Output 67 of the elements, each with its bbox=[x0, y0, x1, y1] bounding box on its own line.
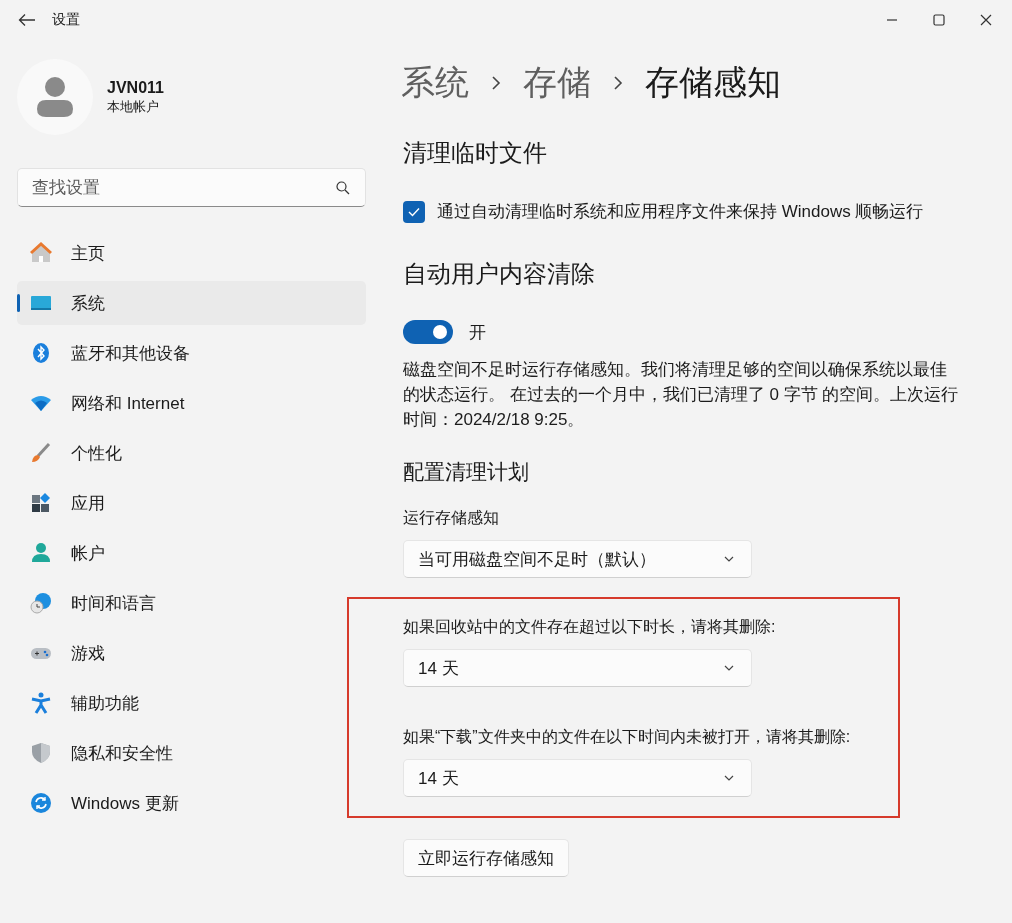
sidebar-item[interactable]: 游戏 bbox=[17, 631, 366, 675]
back-arrow-icon[interactable] bbox=[18, 13, 36, 27]
chevron-right-icon bbox=[613, 75, 623, 91]
dropdown[interactable]: 14 天 bbox=[403, 649, 752, 687]
window-title: 设置 bbox=[52, 11, 80, 29]
sidebar-item[interactable]: 蓝牙和其他设备 bbox=[17, 331, 366, 375]
dropdown-value: 14 天 bbox=[418, 657, 459, 680]
sidebar-item-label: 帐户 bbox=[71, 542, 105, 565]
sidebar-item[interactable]: 网络和 Internet bbox=[17, 381, 366, 425]
person-icon bbox=[30, 542, 52, 564]
maximize-icon[interactable] bbox=[933, 14, 945, 26]
account-name: JVN011 bbox=[107, 78, 164, 98]
dropdown[interactable]: 14 天 bbox=[403, 759, 752, 797]
sidebar-item-label: 系统 bbox=[71, 292, 105, 315]
sidebar-item[interactable]: Windows 更新 bbox=[17, 781, 366, 825]
accessibility-icon bbox=[30, 692, 52, 714]
sidebar-item[interactable]: 个性化 bbox=[17, 431, 366, 475]
description-text: 磁盘空间不足时运行存储感知。我们将清理足够的空间以确保系统以最佳的状态运行。 在过去的一个月中，我们已清理了 0 字节 的空间。上次运行时间：2024/2/18 9:25。 bbox=[403, 359, 959, 431]
toggle-label: 开 bbox=[469, 321, 486, 344]
sidebar-item[interactable]: 主页 bbox=[17, 231, 366, 275]
home-icon bbox=[30, 242, 52, 264]
breadcrumb-link[interactable]: 存储 bbox=[523, 60, 591, 106]
sidebar-item[interactable]: 时间和语言 bbox=[17, 581, 366, 625]
section-heading: 配置清理计划 bbox=[403, 459, 530, 485]
sidebar-item[interactable]: 帐户 bbox=[17, 531, 366, 575]
sidebar-item-label: 游戏 bbox=[71, 642, 105, 665]
globe-clock-icon bbox=[30, 592, 52, 614]
person-silhouette-icon bbox=[37, 77, 73, 117]
bluetooth-icon bbox=[30, 342, 52, 364]
chevron-right-icon bbox=[491, 75, 501, 91]
sidebar-item-label: 应用 bbox=[71, 492, 105, 515]
shield-icon bbox=[30, 742, 52, 764]
checkbox[interactable] bbox=[403, 200, 425, 223]
sidebar-item-label: Windows 更新 bbox=[71, 792, 179, 815]
apps-icon bbox=[30, 492, 52, 514]
sidebar-item-label: 网络和 Internet bbox=[71, 392, 185, 415]
dropdown-value: 14 天 bbox=[418, 767, 459, 790]
close-icon[interactable] bbox=[980, 14, 992, 26]
sidebar-item-label: 隐私和安全性 bbox=[71, 742, 173, 765]
page-title: 存储感知 bbox=[645, 62, 781, 103]
sidebar-item[interactable]: 应用 bbox=[17, 481, 366, 525]
checkbox-label: 通过自动清理临时系统和应用程序文件来保持 Windows 顺畅运行 bbox=[437, 201, 924, 223]
sidebar-item-label: 时间和语言 bbox=[71, 592, 156, 615]
sidebar-item[interactable]: 辅助功能 bbox=[17, 681, 366, 725]
run-now-button[interactable]: 立即运行存储感知 bbox=[403, 839, 569, 877]
dropdown-value: 当可用磁盘空间不足时（默认） bbox=[418, 548, 656, 571]
paintbrush-icon bbox=[30, 442, 52, 464]
search-icon bbox=[336, 181, 350, 195]
dropdown[interactable]: 当可用磁盘空间不足时（默认） bbox=[403, 540, 752, 578]
search-field[interactable]: 查找设置 bbox=[17, 168, 366, 207]
dropdown-label: 如果“下载”文件夹中的文件在以下时间内未被打开，请将其删除: bbox=[403, 727, 852, 747]
section-heading: 自动用户内容清除 bbox=[403, 259, 596, 289]
sidebar-item[interactable]: 隐私和安全性 bbox=[17, 731, 366, 775]
sidebar-item-label: 辅助功能 bbox=[71, 692, 139, 715]
sidebar-item-label: 个性化 bbox=[71, 442, 122, 465]
breadcrumb-link[interactable]: 系统 bbox=[401, 60, 469, 106]
dropdown-label: 运行存储感知 bbox=[403, 508, 500, 528]
sidebar-item[interactable]: 系统 bbox=[17, 281, 366, 325]
sidebar-item-label: 蓝牙和其他设备 bbox=[71, 342, 190, 365]
dropdown-label: 如果回收站中的文件存在超过以下时长，请将其删除: bbox=[403, 617, 777, 637]
sync-icon bbox=[30, 792, 52, 814]
section-heading: 清理临时文件 bbox=[403, 138, 548, 168]
sidebar-item-label: 主页 bbox=[71, 242, 105, 265]
toggle-switch[interactable] bbox=[403, 320, 453, 344]
selection-indicator bbox=[17, 294, 20, 312]
account-type: 本地帐户 bbox=[107, 98, 160, 116]
checkmark-icon bbox=[408, 206, 420, 217]
